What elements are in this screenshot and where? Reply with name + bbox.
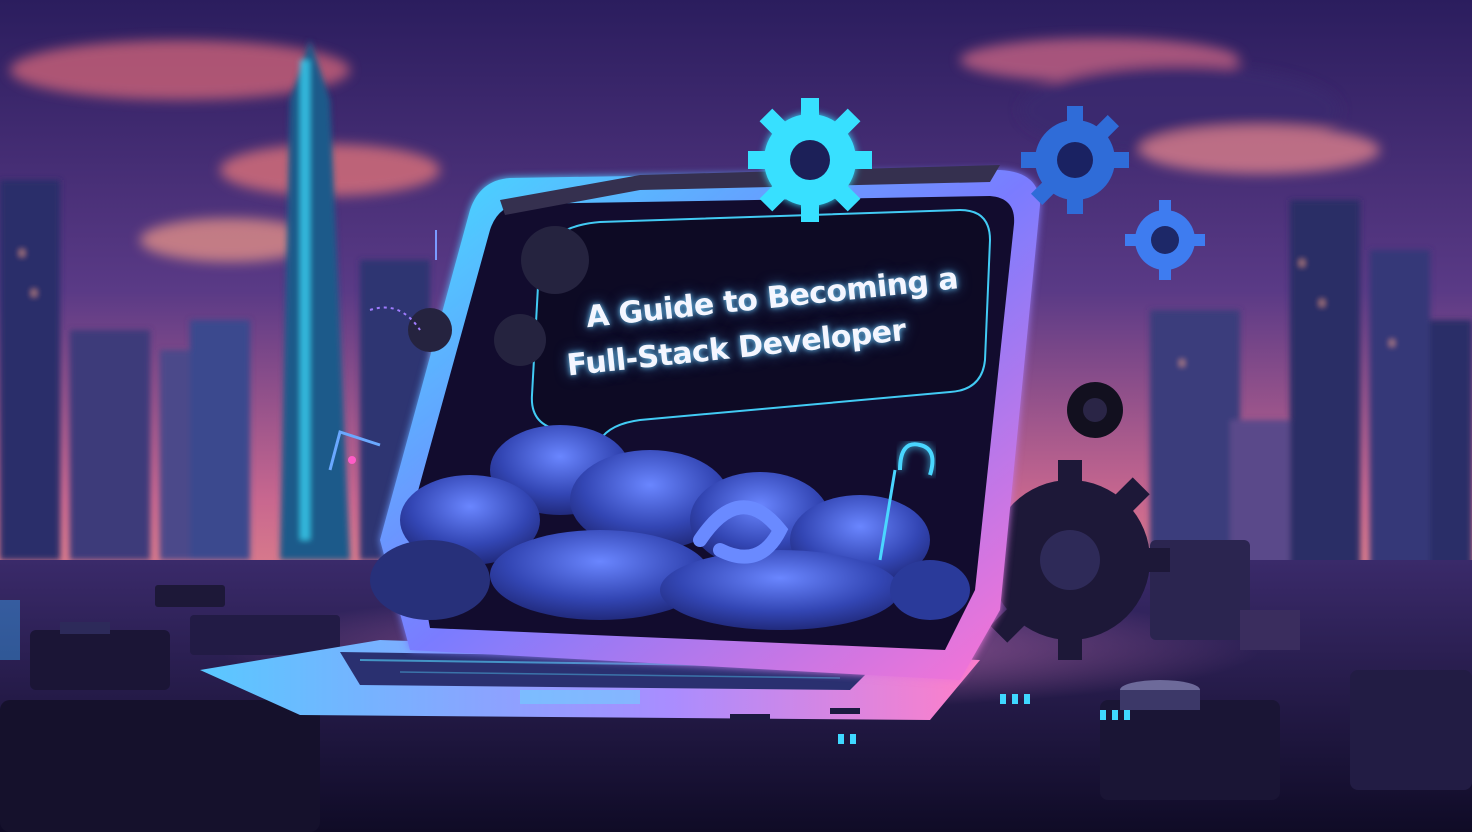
gear-icon [748, 98, 872, 222]
gear-icon [1067, 382, 1123, 438]
scene-graphic [0, 0, 1472, 832]
hero-illustration: A Guide to Becoming a Full-Stack Develop… [0, 0, 1472, 832]
